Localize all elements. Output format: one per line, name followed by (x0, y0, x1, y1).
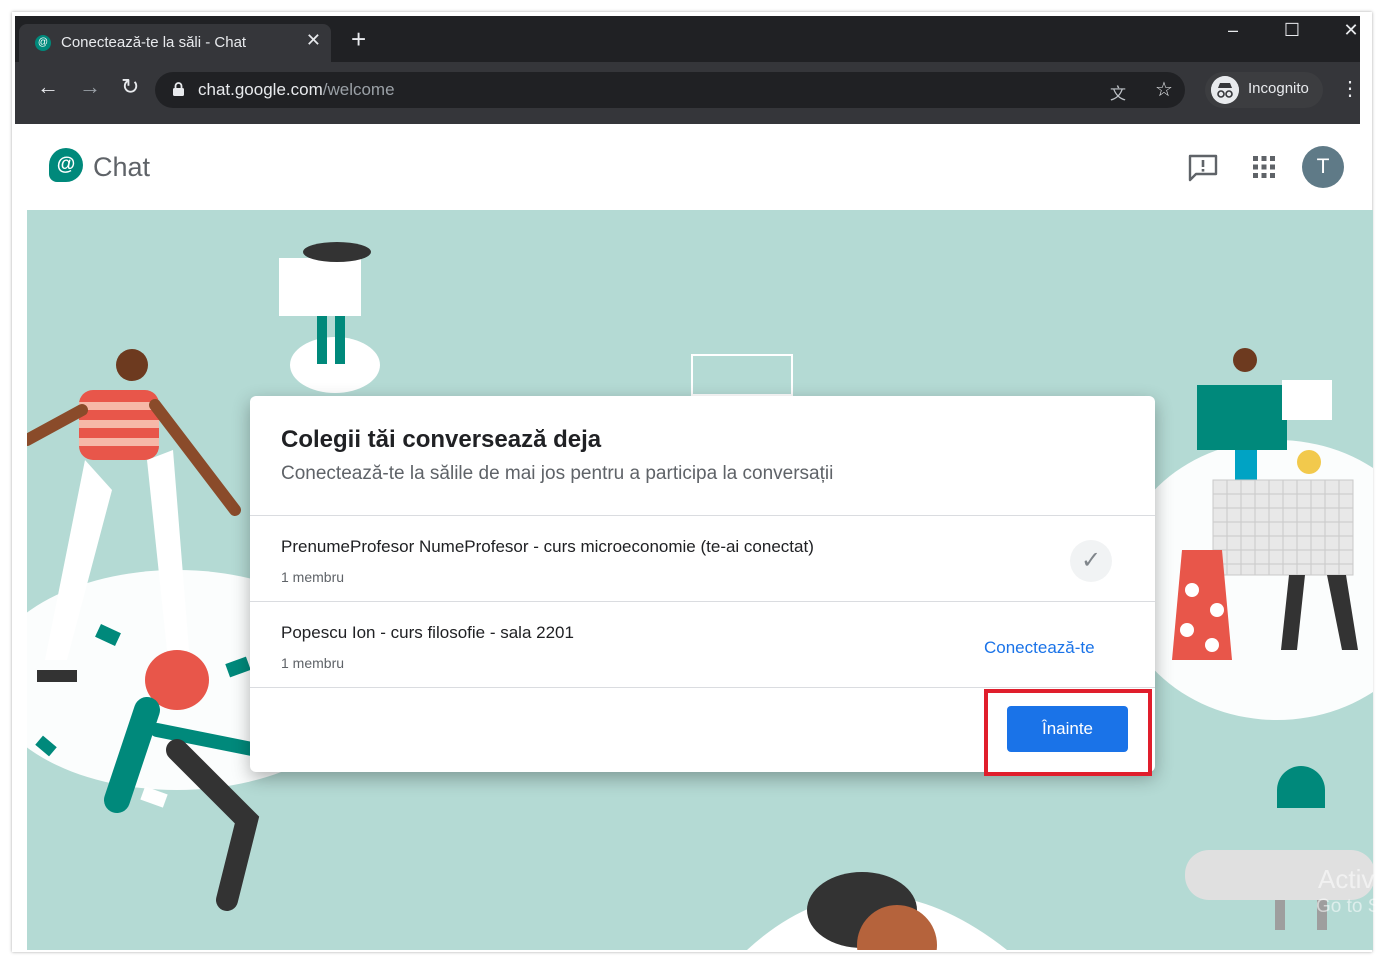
app-header: @ Chat T (27, 124, 1360, 211)
minimize-button[interactable]: – (1213, 20, 1253, 41)
tab-title: Conectează-te la săli - Chat (61, 34, 247, 51)
forward-arrow-icon[interactable]: → (79, 74, 101, 100)
joined-check-icon: ✓ (1070, 540, 1112, 582)
translate-icon[interactable]: 文 (1110, 80, 1126, 104)
apps-grid-icon[interactable] (1252, 155, 1276, 179)
feedback-icon[interactable] (1188, 154, 1218, 182)
dialog-footer (250, 687, 1155, 688)
chat-favicon-icon: @ (35, 35, 51, 51)
bookmark-star-icon[interactable]: ☆ (1155, 77, 1173, 102)
room-list-item: PrenumeProfesor NumeProfesor - curs micr… (250, 515, 1155, 602)
room-name: Popescu Ion - curs filosofie - sala 2201 (281, 623, 574, 642)
incognito-badge[interactable]: Incognito (1205, 72, 1323, 108)
dialog-title: Colegii tăi conversează deja (281, 426, 602, 453)
reload-icon[interactable]: ↻ (121, 74, 139, 100)
lock-icon (173, 82, 184, 96)
browser-menu-icon[interactable]: ⋮ (1340, 76, 1360, 101)
room-list-item: Popescu Ion - curs filosofie - sala 2201… (250, 601, 1155, 688)
activation-watermark-line2: Go to S (1316, 896, 1381, 917)
app-name: Chat (93, 152, 151, 182)
browser-tab[interactable]: @ Conectează-te la săli - Chat ✕ (19, 24, 331, 62)
back-arrow-icon[interactable]: ← (37, 74, 59, 100)
highlight-annotation-box (984, 689, 1152, 776)
new-tab-button[interactable]: + (351, 24, 366, 54)
browser-toolbar: ← → ↻ chat.google.com/welcome 文 ☆ Incogn… (15, 62, 1360, 124)
incognito-icon (1211, 76, 1239, 104)
join-room-button[interactable]: Conectează-te (984, 638, 1095, 658)
incognito-label: Incognito (1248, 80, 1309, 97)
address-bar[interactable]: chat.google.com/welcome 文 ☆ (155, 72, 1185, 108)
chat-logo-icon: @ (49, 148, 83, 182)
maximize-button[interactable]: ☐ (1272, 20, 1312, 41)
close-window-button[interactable]: ✕ (1331, 20, 1371, 41)
url-text: chat.google.com/welcome (198, 80, 395, 99)
room-members: 1 membru (281, 655, 345, 671)
browser-chrome: @ Conectează-te la săli - Chat ✕ + – ☐ ✕… (15, 16, 1360, 124)
tab-close-icon[interactable]: ✕ (306, 30, 321, 51)
tab-strip: @ Conectează-te la săli - Chat ✕ + – ☐ ✕ (15, 16, 1360, 62)
room-members: 1 membru (281, 569, 345, 585)
avatar[interactable]: T (1302, 146, 1344, 188)
dialog-subtitle: Conectează-te la sălile de mai jos pentr… (281, 463, 834, 484)
activation-watermark-line1: Activ (1318, 864, 1375, 894)
room-name: PrenumeProfesor NumeProfesor - curs micr… (281, 537, 814, 556)
